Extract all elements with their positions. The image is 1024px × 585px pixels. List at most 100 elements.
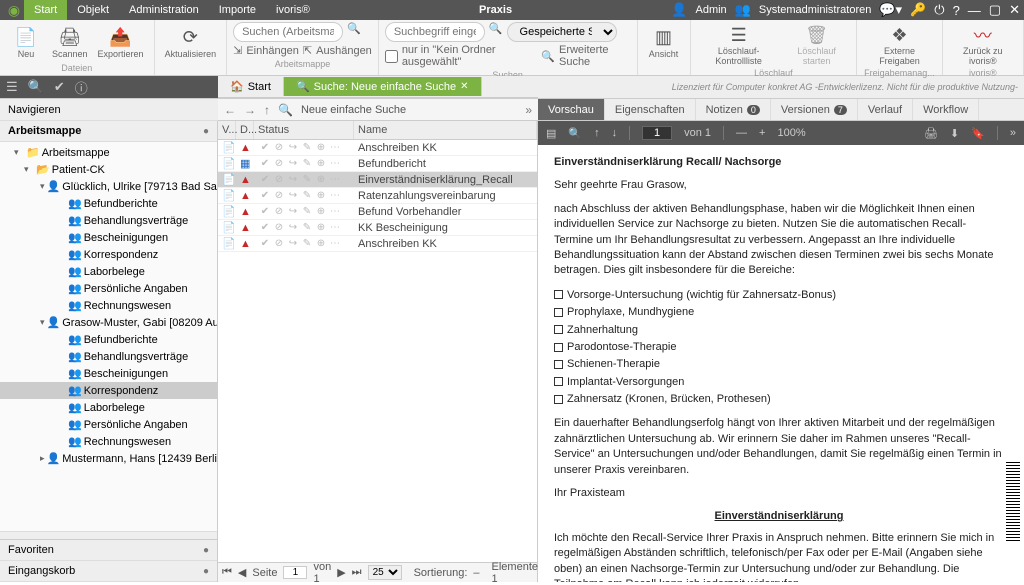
tree-toggle-icon[interactable]: ▾: [40, 181, 45, 192]
pagesize-select[interactable]: 25: [368, 565, 402, 580]
delete-start-button[interactable]: 🗑Löschlauf starten: [783, 22, 850, 68]
tab-workflow[interactable]: Workflow: [913, 99, 979, 120]
document-row[interactable]: 📄▲✔⊘↪✎⊕⋯Anschreiben KK: [218, 236, 537, 252]
back-to-ivoris-button[interactable]: 〰Zurück zu ivoris®: [949, 22, 1017, 68]
tree-node[interactable]: ▾📂Patient-CK: [0, 161, 217, 178]
tree-toggle-icon[interactable]: ▸: [40, 453, 45, 464]
overflow-icon-2[interactable]: »: [1010, 127, 1016, 139]
search-icon[interactable]: 🔍: [347, 22, 361, 42]
zoom-level[interactable]: 100%: [777, 127, 805, 139]
help-icon[interactable]: ?: [953, 3, 960, 18]
document-row[interactable]: 📄▲✔⊘↪✎⊕⋯Einverständniserklärung_Recall: [218, 172, 537, 188]
page-input[interactable]: [283, 566, 307, 579]
tree-node[interactable]: 👥Laborbelege: [0, 263, 217, 280]
tree-node[interactable]: ▾👤Glücklich, Ulrike [79713 Bad Saeckinge…: [0, 178, 217, 195]
tree-node[interactable]: 👥Befundberichte: [0, 331, 217, 348]
chat-icon[interactable]: 💬▾: [879, 2, 902, 18]
tree-node[interactable]: ▾📁Arbeitsmappe: [0, 144, 217, 161]
folder-only-checkbox[interactable]: nur in "Kein Ordner ausgewählt": [385, 44, 537, 68]
expand-fav-icon[interactable]: ●: [203, 545, 209, 556]
tree-node[interactable]: 👥Behandlungsverträge: [0, 348, 217, 365]
role-icon[interactable]: 👥: [735, 2, 751, 18]
saved-search-select[interactable]: Gespeicherte Suche aus: [507, 22, 617, 42]
tree-node[interactable]: 👥Bescheinigungen: [0, 365, 217, 382]
inbox-header[interactable]: Eingangskorb●: [0, 561, 217, 582]
forward-icon[interactable]: →: [244, 103, 256, 117]
menu-start[interactable]: Start: [24, 0, 67, 20]
user-icon[interactable]: 👤: [671, 2, 687, 18]
document-row[interactable]: 📄▲✔⊘↪✎⊕⋯KK Bescheinigung: [218, 220, 537, 236]
export-button[interactable]: 📤Exportieren: [94, 22, 148, 63]
search-icon-3[interactable]: 🔍: [28, 79, 44, 95]
collapse-icon[interactable]: ●: [203, 126, 209, 137]
extended-search-button[interactable]: 🔍Erweiterte Suche: [541, 44, 630, 68]
power-icon[interactable]: ⏻: [934, 2, 944, 18]
menu-importe[interactable]: Importe: [209, 0, 266, 20]
favorites-header[interactable]: Favoriten●: [0, 540, 217, 561]
first-page-icon[interactable]: ⏮: [222, 566, 232, 579]
tab-versions[interactable]: Versionen7: [771, 99, 858, 120]
scan-button[interactable]: 🖨Scannen: [48, 22, 92, 63]
last-page-icon[interactable]: ⏭: [352, 566, 362, 579]
tree-node[interactable]: 👥Rechnungswesen: [0, 433, 217, 450]
pdf-down-icon[interactable]: ↓: [612, 127, 618, 139]
tree-node[interactable]: 👥Bescheinigungen: [0, 229, 217, 246]
overflow-icon[interactable]: »: [525, 103, 532, 117]
external-share-button[interactable]: ❖Externe Freigaben: [863, 22, 935, 68]
tree-node[interactable]: 👥Befundberichte: [0, 195, 217, 212]
workbook-search-input[interactable]: [233, 22, 343, 42]
tab-properties[interactable]: Eigenschaften: [605, 99, 696, 120]
next-page-icon[interactable]: ▶: [337, 566, 345, 579]
view-button[interactable]: ▥Ansicht: [644, 22, 684, 63]
search-icon-2[interactable]: 🔍: [489, 22, 503, 42]
menu-ivoris[interactable]: ivoris®: [266, 0, 320, 20]
check-icon[interactable]: ✔: [54, 79, 65, 95]
scrollbar-h[interactable]: [0, 531, 217, 539]
hangin-button[interactable]: ⇲Einhängen: [233, 44, 299, 57]
pdf-page-input[interactable]: [642, 126, 672, 140]
download-icon[interactable]: ⬇: [950, 127, 959, 140]
col-name[interactable]: Name: [354, 121, 537, 139]
tree-node[interactable]: 👥Rechnungswesen: [0, 297, 217, 314]
prev-page-icon[interactable]: ◀: [238, 566, 246, 579]
zoom-out-icon[interactable]: —: [736, 127, 747, 139]
col-version[interactable]: V...: [218, 121, 236, 139]
tab-notes[interactable]: Notizen0: [696, 99, 771, 120]
tree-node[interactable]: 👥Persönliche Angaben: [0, 280, 217, 297]
hamburger-icon[interactable]: ☰: [6, 79, 18, 95]
tab-search[interactable]: 🔍Suche: Neue einfache Suche✕: [284, 77, 482, 96]
close-tab-icon[interactable]: ✕: [460, 81, 468, 92]
tree-node[interactable]: ▸👤Mustermann, Hans [12439 Berlin / 01.05…: [0, 450, 217, 467]
document-row[interactable]: 📄▲✔⊘↪✎⊕⋯Ratenzahlungsvereinbarung: [218, 188, 537, 204]
expand-inbox-icon[interactable]: ●: [203, 566, 209, 577]
close-icon[interactable]: ✕: [1009, 2, 1020, 18]
col-status[interactable]: Status: [254, 121, 354, 139]
hangout-button[interactable]: ⇱Aushängen: [303, 44, 372, 57]
find-icon[interactable]: 🔍: [568, 127, 582, 140]
tree-node[interactable]: 👥Korrespondenz: [0, 382, 217, 399]
document-row[interactable]: 📄▲✔⊘↪✎⊕⋯Befund Vorbehandler: [218, 204, 537, 220]
menu-administration[interactable]: Administration: [119, 0, 209, 20]
tree-node[interactable]: 👥Korrespondenz: [0, 246, 217, 263]
tree-node[interactable]: 👥Persönliche Angaben: [0, 416, 217, 433]
document-row[interactable]: 📄▲✔⊘↪✎⊕⋯Anschreiben KK: [218, 140, 537, 156]
key-icon[interactable]: 🔑: [910, 2, 926, 18]
sidebar-toggle-icon[interactable]: ▤: [546, 127, 556, 140]
col-doctype[interactable]: D...: [236, 121, 254, 139]
tab-start[interactable]: 🏠Start: [218, 77, 284, 96]
pdf-up-icon[interactable]: ↑: [594, 127, 600, 139]
tree-node[interactable]: 👥Laborbelege: [0, 399, 217, 416]
tree-node[interactable]: ▾👤Grasow-Muster, Gabi [08209 Auerbach / …: [0, 314, 217, 331]
tab-preview[interactable]: Vorschau: [538, 99, 605, 120]
document-row[interactable]: 📄▦✔⊘↪✎⊕⋯Befundbericht: [218, 156, 537, 172]
term-search-input[interactable]: [385, 22, 485, 42]
bookmark-icon[interactable]: 🔖: [971, 127, 985, 140]
minimize-icon[interactable]: —: [968, 3, 981, 18]
zoom-in-icon[interactable]: +: [759, 127, 765, 139]
print-icon[interactable]: 🖨: [924, 127, 938, 140]
tab-history[interactable]: Verlauf: [858, 99, 913, 120]
tree-toggle-icon[interactable]: ▾: [14, 147, 24, 158]
refresh-button[interactable]: ⟳Aktualisieren: [161, 22, 221, 63]
tree-toggle-icon[interactable]: ▾: [40, 317, 45, 328]
menu-objekt[interactable]: Objekt: [67, 0, 119, 20]
